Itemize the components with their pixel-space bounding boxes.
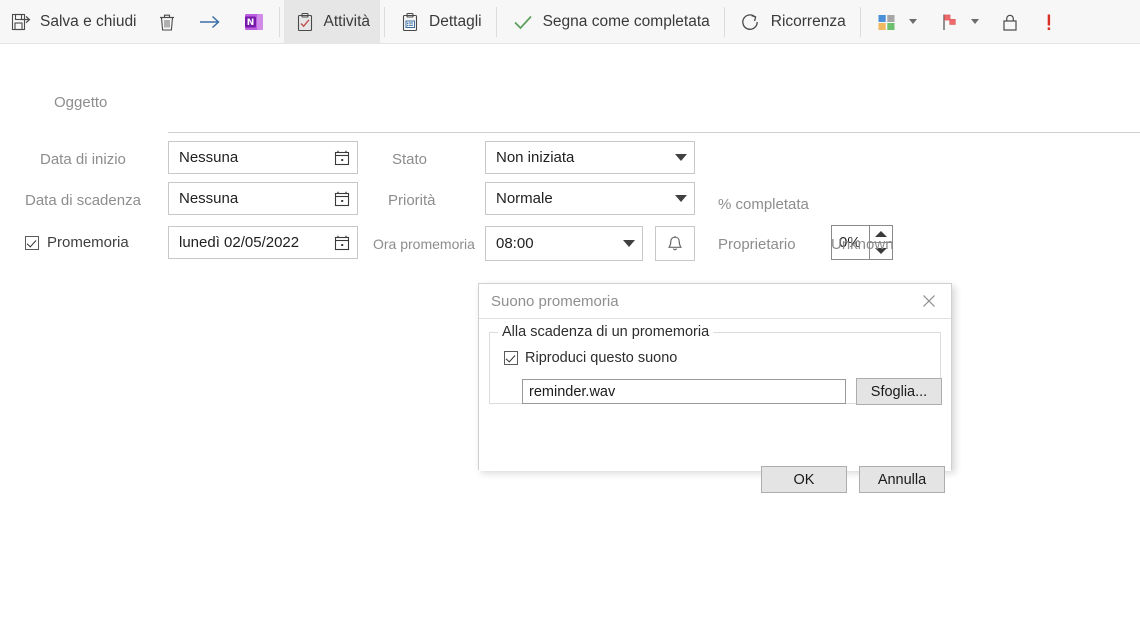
calendar-icon	[334, 150, 350, 165]
start-date-picker-button[interactable]	[327, 142, 357, 173]
reminder-time-select[interactable]: 08:00	[485, 226, 643, 261]
reminder-expiry-group: Alla scadenza di un promemoria Riproduci…	[489, 324, 942, 405]
reminder-date-picker-button[interactable]	[327, 227, 357, 258]
ribbon-toolbar: Salva e chiudi N Attività Dettagli Segna…	[0, 0, 1140, 44]
due-date-field[interactable]: Nessuna	[168, 182, 358, 215]
subject-label: Oggetto	[54, 94, 108, 111]
reminder-date-field[interactable]: lunedì 02/05/2022	[168, 226, 358, 259]
save-and-close-button[interactable]: Salva e chiudi	[0, 0, 147, 44]
status-select[interactable]: Non iniziata	[485, 141, 695, 174]
flag-icon	[937, 11, 961, 33]
svg-text:N: N	[246, 18, 254, 28]
browse-button[interactable]: Sfoglia...	[856, 378, 942, 405]
play-sound-label: Riproduci questo suono	[525, 350, 678, 366]
private-button[interactable]	[989, 0, 1031, 44]
tab-dettagli-label: Dettagli	[429, 12, 482, 30]
reminder-label: Promemoria	[47, 234, 129, 251]
priority-label: Priorità	[388, 192, 436, 209]
priority-select[interactable]: Normale	[485, 182, 695, 215]
reminder-time-value: 08:00	[496, 235, 534, 252]
dialog-title-bar: Suono promemoria	[479, 284, 951, 319]
priority-dropdown-arrow[interactable]	[668, 195, 694, 202]
high-importance-button[interactable]	[1031, 0, 1067, 44]
owner-value: Unknown	[831, 236, 894, 253]
toolbar-separator	[859, 6, 861, 37]
chevron-down-icon	[623, 240, 635, 247]
due-date-label: Data di scadenza	[25, 192, 141, 209]
delete-button[interactable]	[147, 0, 187, 44]
play-sound-checkbox-row[interactable]: Riproduci questo suono	[504, 350, 677, 366]
save-and-close-icon	[10, 11, 32, 33]
exclamation-icon	[1041, 11, 1057, 33]
tab-dettagli[interactable]: Dettagli	[389, 0, 492, 44]
reminder-time-dropdown-arrow[interactable]	[616, 240, 642, 247]
reminder-checkbox[interactable]	[25, 235, 39, 250]
mark-complete-label: Segna come completata	[542, 12, 710, 30]
due-date-value: Nessuna	[179, 190, 239, 207]
toolbar-separator	[495, 6, 497, 37]
lock-icon	[999, 11, 1021, 33]
ok-button[interactable]: OK	[761, 466, 847, 493]
sound-file-value: reminder.wav	[529, 383, 616, 400]
reminder-sound-button[interactable]	[655, 226, 695, 261]
dialog-body: Alla scadenza di un promemoria Riproduci…	[479, 319, 951, 493]
recurrence-label: Ricorrenza	[770, 12, 846, 30]
status-value: Non iniziata	[496, 149, 575, 166]
recurrence-button[interactable]: Ricorrenza	[729, 0, 856, 44]
calendar-icon	[334, 235, 350, 250]
reminder-date-value: lunedì 02/05/2022	[179, 234, 300, 251]
categorize-icon	[875, 11, 899, 33]
sound-file-input[interactable]: reminder.wav	[522, 379, 846, 404]
group-legend: Alla scadenza di un promemoria	[498, 324, 714, 340]
chevron-down-icon	[675, 154, 687, 161]
status-dropdown-arrow[interactable]	[668, 154, 694, 161]
reminder-sound-dialog: Suono promemoria Alla scadenza di un pro…	[478, 283, 952, 493]
subject-input[interactable]	[168, 132, 1140, 133]
status-label: Stato	[392, 151, 428, 168]
arrow-right-icon	[197, 11, 223, 33]
clipboard-task-icon	[294, 11, 316, 33]
categorize-button[interactable]	[865, 0, 927, 44]
tab-attivita-label: Attività	[323, 12, 371, 30]
onenote-icon: N	[243, 11, 265, 33]
start-date-field[interactable]: Nessuna	[168, 141, 358, 174]
recurrence-icon	[739, 11, 763, 33]
chevron-down-icon	[675, 195, 687, 202]
cancel-button[interactable]: Annulla	[859, 466, 945, 493]
followup-flag-button[interactable]	[927, 0, 989, 44]
task-window: Salva e chiudi N Attività Dettagli Segna…	[0, 0, 1140, 618]
toolbar-separator	[723, 6, 725, 37]
save-and-close-label: Salva e chiudi	[40, 12, 137, 30]
onenote-button[interactable]: N	[233, 0, 275, 44]
tab-attivita[interactable]: Attività	[283, 0, 381, 44]
toolbar-separator	[278, 6, 280, 37]
percent-complete-label: % completata	[718, 196, 809, 213]
start-date-label: Data di inizio	[40, 151, 126, 168]
forward-button[interactable]	[187, 0, 233, 44]
due-date-picker-button[interactable]	[327, 183, 357, 214]
priority-value: Normale	[496, 190, 553, 207]
dialog-close-button[interactable]	[907, 284, 951, 318]
reminder-time-label: Ora promemoria	[373, 236, 475, 252]
owner-label: Proprietario	[718, 236, 796, 253]
reminder-checkbox-row[interactable]: Promemoria	[25, 234, 129, 251]
start-date-value: Nessuna	[179, 149, 239, 166]
mark-complete-button[interactable]: Segna come completata	[501, 0, 720, 44]
check-icon	[511, 11, 535, 33]
clipboard-details-icon	[399, 11, 421, 33]
chevron-down-icon[interactable]	[908, 19, 917, 24]
calendar-icon	[334, 191, 350, 206]
close-icon	[923, 295, 935, 307]
play-sound-checkbox[interactable]	[504, 351, 518, 365]
bell-icon	[668, 235, 682, 250]
chevron-down-icon[interactable]	[970, 19, 979, 24]
toolbar-separator	[384, 6, 386, 37]
trash-icon	[157, 11, 177, 33]
dialog-title: Suono promemoria	[491, 292, 619, 310]
